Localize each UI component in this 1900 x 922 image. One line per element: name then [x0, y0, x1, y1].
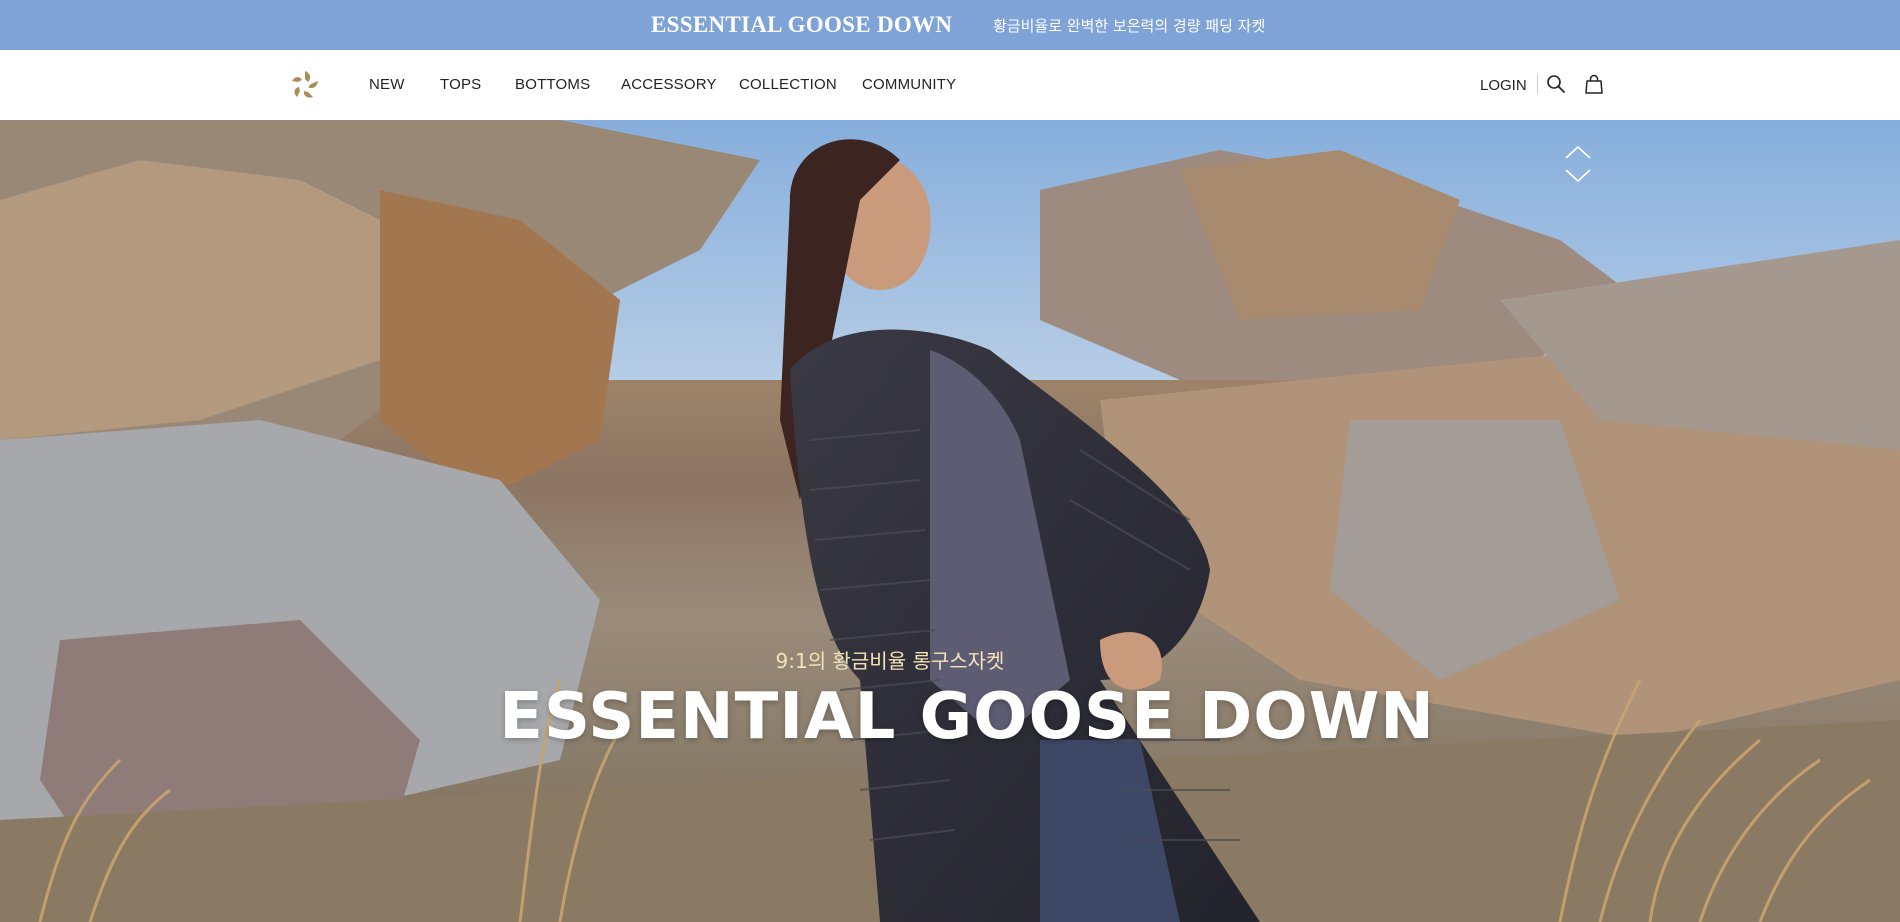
nav-item-accessory[interactable]: ACCESSORY [621, 76, 717, 93]
hero-title-text: ESSENTIAL GOOSE DOWN [499, 680, 1435, 754]
hero-background-image [0, 120, 1900, 922]
nav-item-collection[interactable]: COLLECTION [739, 76, 837, 93]
chevron-up-icon[interactable] [1565, 145, 1591, 159]
nav-divider [1537, 74, 1538, 94]
login-link[interactable]: LOGIN [1480, 77, 1527, 94]
main-navigation: NEW TOPS BOTTOMS ACCESSORY COLLECTION CO… [0, 50, 1900, 121]
nav-item-new[interactable]: NEW [369, 76, 405, 93]
hero-banner[interactable]: 9:1의 황금비율 롱구스자켓 ESSENTIAL GOOSE DOWN [0, 120, 1900, 922]
hero-title: ESSENTIAL GOOSE DOWN [0, 680, 1900, 754]
chevron-down-icon[interactable] [1565, 169, 1591, 183]
banner-brand-title[interactable]: ESSENTIAL GOOSE DOWN [651, 12, 952, 38]
shopping-bag-icon[interactable] [1583, 73, 1605, 95]
nav-item-bottoms[interactable]: BOTTOMS [515, 76, 590, 93]
brand-logo-icon[interactable] [288, 68, 322, 102]
search-icon[interactable] [1545, 73, 1567, 95]
top-promo-banner[interactable]: ESSENTIAL GOOSE DOWN 황금비율로 완벽한 보온력의 경량 패… [0, 0, 1900, 50]
banner-tagline[interactable]: 황금비율로 완벽한 보온력의 경량 패딩 자켓 [993, 15, 1265, 36]
hero-subtitle: 9:1의 황금비율 롱구스자켓 [0, 645, 1900, 674]
nav-item-tops[interactable]: TOPS [440, 76, 481, 93]
nav-item-community[interactable]: COMMUNITY [862, 76, 956, 93]
hero-subtitle-text: 9:1의 황금비율 롱구스자켓 [775, 649, 1005, 673]
